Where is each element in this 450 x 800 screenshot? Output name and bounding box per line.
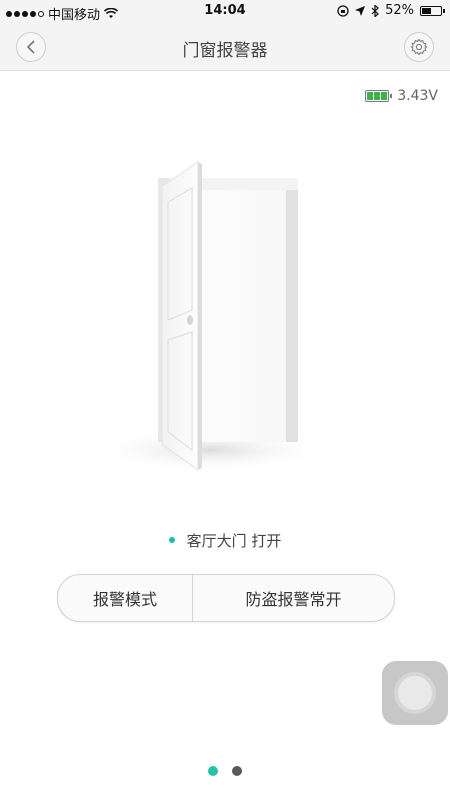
gear-icon [410, 38, 428, 56]
assistive-touch-button[interactable] [382, 661, 448, 725]
anti-theft-label: 防盗报警常开 [245, 590, 342, 609]
assistive-touch-icon [394, 672, 436, 714]
status-dot-icon [168, 536, 175, 543]
door-status: 客厅大门 打开 [0, 530, 450, 551]
nav-bar: 门窗报警器 [0, 24, 450, 71]
status-bar: 中国移动 14:04 52% [0, 0, 450, 24]
location-arrow-icon [355, 5, 366, 16]
anti-theft-always-on-button[interactable]: 防盗报警常开 [193, 575, 394, 621]
battery-percent: 52% [385, 3, 414, 18]
device-battery-icon [365, 90, 393, 102]
bluetooth-icon [371, 4, 379, 17]
door-illustration [90, 150, 350, 480]
status-right: 52% [337, 3, 445, 18]
battery-bar [381, 92, 388, 100]
battery-icon [420, 5, 445, 16]
voltage-value: 3.43V [397, 88, 438, 104]
battery-bar [374, 92, 381, 100]
voltage-indicator: 3.43V [365, 88, 438, 104]
settings-button[interactable] [404, 32, 434, 62]
page-title: 门窗报警器 [182, 41, 268, 61]
battery-bar [367, 92, 374, 100]
alarm-mode-control: 报警模式 防盗报警常开 [57, 574, 395, 622]
page-indicator [0, 766, 450, 776]
page-dot[interactable] [232, 766, 242, 776]
alarm-mode-label: 报警模式 [92, 590, 157, 609]
door-status-text: 客厅大门 打开 [186, 532, 282, 550]
page-dot[interactable] [208, 766, 218, 776]
lock-rotation-icon [337, 4, 349, 17]
alarm-mode-button[interactable]: 报警模式 [58, 575, 193, 621]
